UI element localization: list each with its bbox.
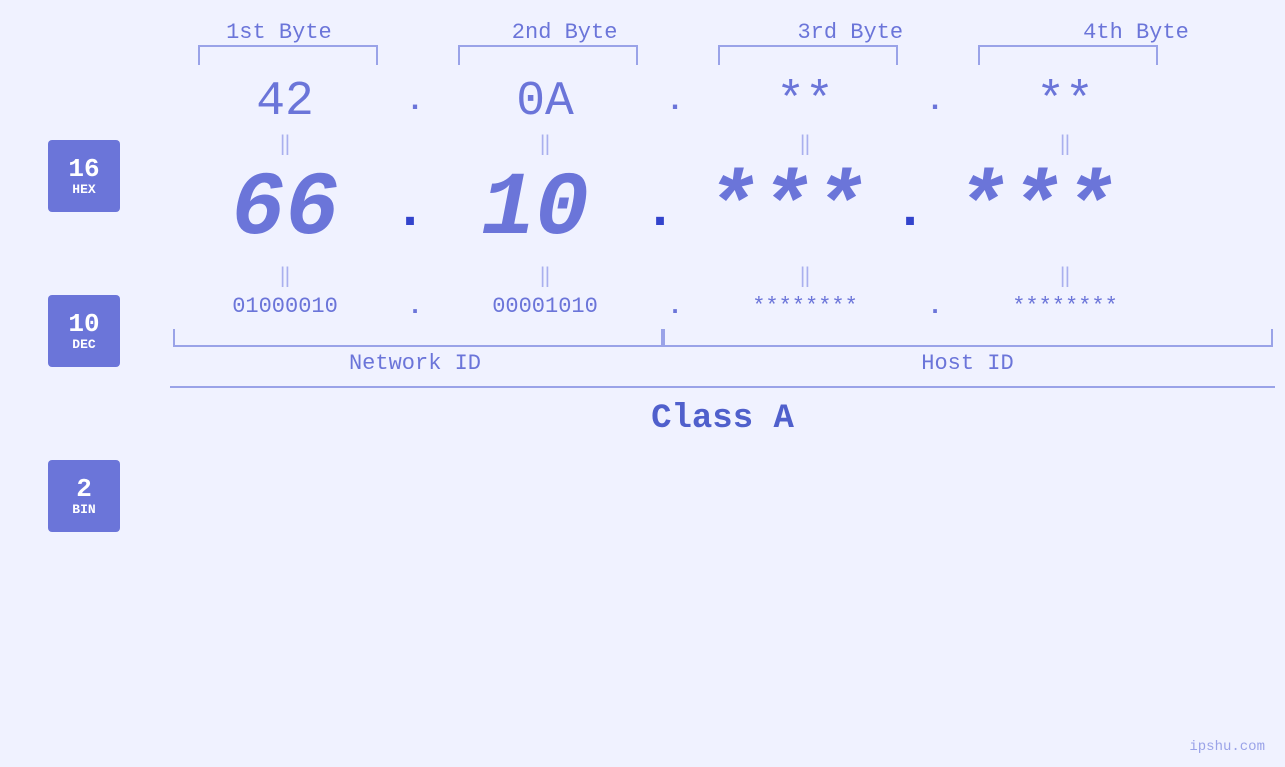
hex-row: 42 . 0A . ** . ** [170, 75, 1275, 129]
hex-name: HEX [72, 183, 95, 197]
eq-7: ‖ [690, 263, 920, 289]
eq-4: ‖ [950, 131, 1180, 157]
class-a-label: Class A [651, 400, 794, 438]
bin-val-4: ******** [950, 294, 1180, 319]
watermark: ipshu.com [1189, 739, 1265, 755]
dot-2: . [660, 85, 690, 119]
dec-name: DEC [72, 338, 95, 352]
bin-val-3: ******** [690, 294, 920, 319]
top-bracket-4 [978, 45, 1158, 65]
eq-row-1: ‖ ‖ ‖ ‖ [170, 129, 1275, 159]
dec-badge: 10 DEC [48, 295, 120, 367]
bin-number: 2 [76, 475, 92, 504]
eq-2: ‖ [430, 131, 660, 157]
dec-val-4: *** [920, 159, 1150, 261]
main-container: 1st Byte 2nd Byte 3rd Byte 4th Byte 16 H… [0, 0, 1285, 767]
dec-row: 66 . 10 . *** . *** [170, 159, 1275, 261]
eq-row-2: ‖ ‖ ‖ ‖ [170, 261, 1275, 291]
top-bracket-1 [198, 45, 378, 65]
dec-val-1: 66 [170, 159, 400, 261]
bin-val-1: 01000010 [170, 294, 400, 319]
bin-dot-3: . [920, 291, 950, 321]
byte-label-4: 4th Byte [1021, 20, 1251, 45]
dot-3: . [920, 85, 950, 119]
top-bracket-3 [718, 45, 898, 65]
dec-val-2: 10 [420, 159, 650, 261]
dec-number: 10 [68, 310, 99, 339]
host-id-label: Host ID [660, 351, 1275, 376]
byte-label-3: 3rd Byte [735, 20, 965, 45]
eq-3: ‖ [690, 131, 920, 157]
dot-1: . [400, 85, 430, 119]
network-bracket [173, 329, 663, 347]
class-section: Class A [170, 386, 1275, 438]
byte-labels-row: 1st Byte 2nd Byte 3rd Byte 4th Byte [158, 20, 1258, 45]
id-labels-row: Network ID Host ID [170, 351, 1275, 376]
network-id-label: Network ID [170, 351, 660, 376]
bin-name: BIN [72, 503, 95, 517]
eq-6: ‖ [430, 263, 660, 289]
eq-8: ‖ [950, 263, 1180, 289]
byte-label-2: 2nd Byte [450, 20, 680, 45]
top-brackets [173, 45, 1273, 65]
dec-val-3: *** [670, 159, 900, 261]
byte-label-1: 1st Byte [164, 20, 394, 45]
bottom-brackets [173, 329, 1273, 347]
hex-number: 16 [68, 155, 99, 184]
bin-row: 01000010 . 00001010 . ******** . *******… [170, 291, 1275, 321]
host-bracket [663, 329, 1273, 347]
hex-val-4: ** [950, 75, 1180, 129]
top-bracket-2 [458, 45, 638, 65]
eq-5: ‖ [170, 263, 400, 289]
eq-1: ‖ [170, 131, 400, 157]
bin-dot-2: . [660, 291, 690, 321]
hex-val-2: 0A [430, 75, 660, 129]
hex-val-1: 42 [170, 75, 400, 129]
bin-val-2: 00001010 [430, 294, 660, 319]
hex-badge: 16 HEX [48, 140, 120, 212]
hex-val-3: ** [690, 75, 920, 129]
bin-dot-1: . [400, 291, 430, 321]
bin-badge: 2 BIN [48, 460, 120, 532]
